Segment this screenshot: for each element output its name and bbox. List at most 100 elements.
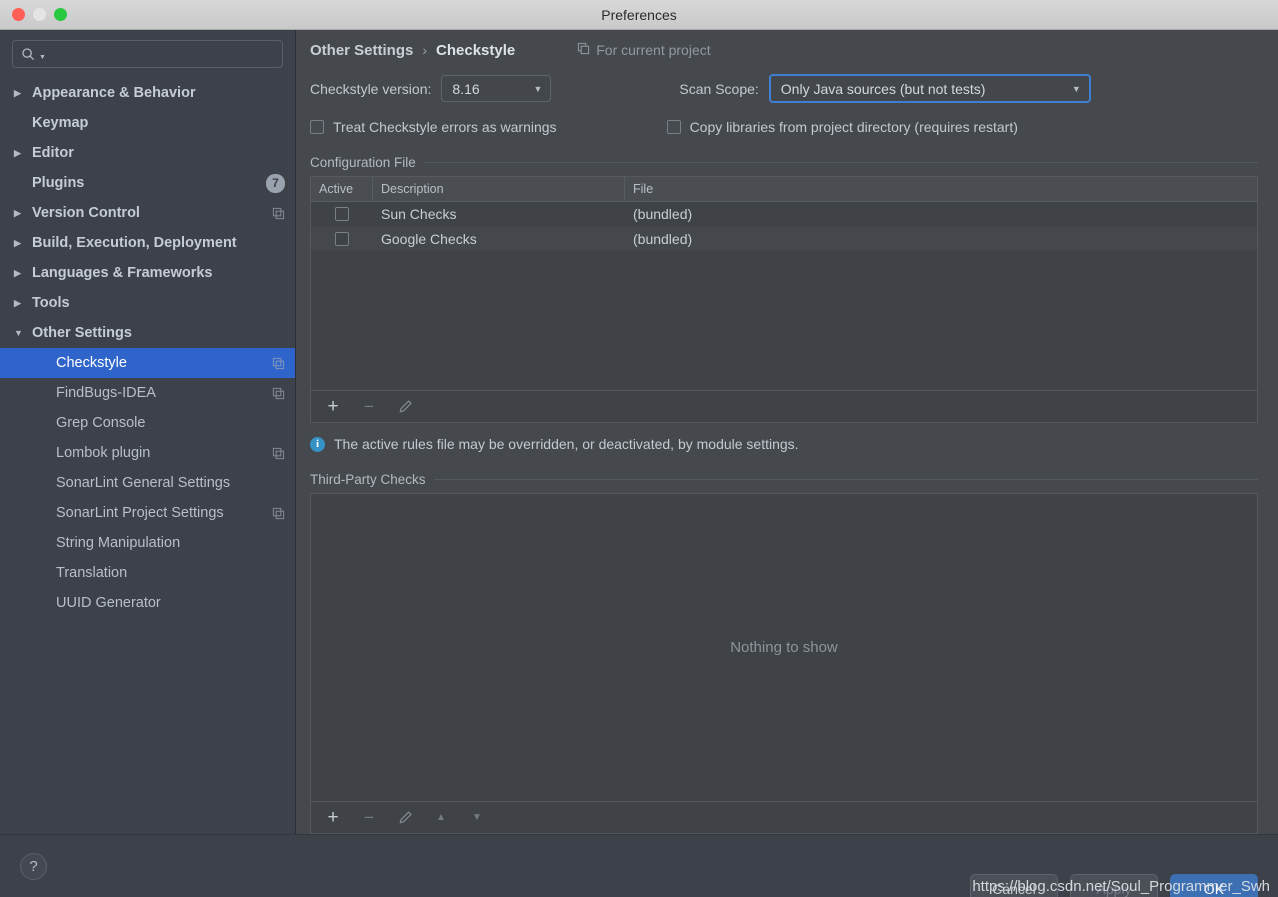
sidebar-item-build-execution-deployment[interactable]: ▶ Build, Execution, Deployment — [0, 228, 295, 258]
preferences-window: Preferences ▼ ▶ Appearance & Behavior Keym… — [0, 0, 1278, 897]
chevron-right-icon[interactable]: ▶ — [14, 208, 32, 218]
chevron-right-icon[interactable]: ▶ — [14, 268, 32, 278]
sidebar-item-other-settings[interactable]: ▼ Other Settings — [0, 318, 295, 348]
checkstyle-version-label: Checkstyle version: — [310, 80, 432, 97]
section-divider — [423, 162, 1258, 163]
checkbox-box[interactable] — [310, 120, 324, 134]
row-active-checkbox[interactable] — [335, 207, 349, 221]
sidebar-item-uuid-generator[interactable]: UUID Generator — [0, 588, 295, 618]
sidebar-item-tools[interactable]: ▶ Tools — [0, 288, 295, 318]
sidebar-item-plugins[interactable]: Plugins 7 — [0, 168, 295, 198]
sidebar-item-sonarlint-project-settings[interactable]: SonarLint Project Settings — [0, 498, 295, 528]
watermark: https://blog.csdn.net/Soul_Programmer_Sw… — [972, 878, 1270, 895]
sidebar-item-grep-console[interactable]: Grep Console — [0, 408, 295, 438]
column-header-description[interactable]: Description — [373, 177, 625, 201]
scan-scope-label: Scan Scope: — [679, 80, 759, 97]
title-bar: Preferences — [0, 0, 1278, 30]
sidebar-item-appearance-behavior[interactable]: ▶ Appearance & Behavior — [0, 78, 295, 108]
sidebar-item-label: String Manipulation — [56, 535, 181, 551]
third-party-checks-label: Third-Party Checks — [310, 472, 426, 487]
dialog-footer: ? Cancel Apply OK https://blog.csdn.net/… — [0, 834, 1278, 897]
settings-sidebar: ▼ ▶ Appearance & Behavior Keymap ▶ Editor Plu… — [0, 30, 296, 834]
configuration-table-header: Active Description File — [311, 177, 1257, 202]
options-row: Treat Checkstyle errors as warnings Copy… — [310, 119, 1258, 135]
third-party-checks-toolbar: + − ▲ ▼ — [311, 801, 1257, 833]
checkstyle-version-value: 8.16 — [452, 80, 480, 97]
add-button[interactable]: + — [323, 807, 343, 828]
search-filter-chevron-down-icon[interactable]: ▼ — [39, 54, 46, 61]
sidebar-item-label: Tools — [32, 295, 70, 311]
sidebar-item-label: Translation — [56, 565, 128, 581]
search-icon — [21, 47, 36, 62]
remove-button: − — [364, 807, 374, 827]
table-row[interactable]: Google Checks (bundled) — [311, 227, 1257, 252]
treat-errors-as-warnings-checkbox[interactable]: Treat Checkstyle errors as warnings — [310, 119, 557, 135]
search-box[interactable]: ▼ — [12, 40, 283, 68]
row-file-cell: (bundled) — [633, 206, 693, 222]
sidebar-item-label: Grep Console — [56, 415, 146, 431]
scan-scope-select[interactable]: Only Java sources (but not tests) ▼ — [768, 74, 1091, 103]
chevron-right-icon[interactable]: ▶ — [14, 88, 32, 98]
configuration-table-body[interactable]: Sun Checks (bundled) Google Checks (bundled… — [311, 202, 1257, 390]
chevron-down-icon: ▼ — [533, 83, 543, 94]
chevron-down-icon[interactable]: ▼ — [14, 328, 32, 338]
configuration-file-label: Configuration File — [310, 155, 416, 170]
sidebar-item-label: Version Control — [32, 205, 140, 221]
checkstyle-version-select[interactable]: 8.16 ▼ — [441, 75, 552, 102]
sidebar-item-findbugs-idea[interactable]: FindBugs-IDEA — [0, 378, 295, 408]
sidebar-item-version-control[interactable]: ▶ Version Control — [0, 198, 295, 228]
sidebar-item-editor[interactable]: ▶ Editor — [0, 138, 295, 168]
column-header-active[interactable]: Active — [311, 177, 373, 201]
third-party-checks-section-title: Third-Party Checks — [310, 472, 1258, 487]
window-body: ▼ ▶ Appearance & Behavior Keymap ▶ Editor Plu… — [0, 30, 1278, 834]
sidebar-item-sonarlint-general-settings[interactable]: SonarLint General Settings — [0, 468, 295, 498]
info-message-row: i The active rules file may be overridde… — [310, 436, 1258, 452]
edit-button — [395, 808, 415, 828]
help-button[interactable]: ? — [20, 852, 47, 880]
table-row[interactable]: Sun Checks (bundled) — [311, 202, 1257, 227]
info-message-text: The active rules file may be overridden,… — [334, 436, 799, 452]
column-header-file[interactable]: File — [625, 177, 1257, 201]
row-active-cell[interactable] — [311, 227, 373, 251]
sidebar-item-languages-frameworks[interactable]: ▶ Languages & Frameworks — [0, 258, 295, 288]
row-description-cell: Google Checks — [381, 231, 477, 247]
version-scope-row: Checkstyle version: 8.16 ▼ Scan Scope: O… — [310, 74, 1258, 103]
search-input[interactable] — [48, 41, 274, 67]
settings-tree[interactable]: ▶ Appearance & Behavior Keymap ▶ Editor Plugi… — [0, 74, 295, 834]
sidebar-item-keymap[interactable]: Keymap — [0, 108, 295, 138]
sidebar-item-label: Plugins — [32, 175, 85, 191]
sidebar-item-string-manipulation[interactable]: String Manipulation — [0, 528, 295, 558]
edit-button — [395, 397, 415, 417]
project-scope-icon — [272, 387, 285, 400]
configuration-file-panel: Active Description File Sun Checks (bundl… — [310, 176, 1258, 423]
row-active-cell[interactable] — [311, 202, 373, 226]
chevron-right-icon[interactable]: ▶ — [14, 238, 32, 248]
sidebar-item-label: FindBugs-IDEA — [56, 385, 156, 401]
sidebar-search-area: ▼ — [0, 30, 295, 74]
breadcrumb-parent[interactable]: Other Settings — [310, 42, 413, 59]
sidebar-item-checkstyle[interactable]: Checkstyle — [0, 348, 295, 378]
for-current-project-indicator: For current project — [577, 42, 711, 58]
settings-content-panel: Other Settings › Checkstyle For current … — [296, 30, 1278, 834]
move-up-button: ▲ — [436, 812, 446, 823]
project-scope-icon — [272, 447, 285, 460]
treat-errors-as-warnings-label: Treat Checkstyle errors as warnings — [333, 119, 557, 135]
sidebar-item-translation[interactable]: Translation — [0, 558, 295, 588]
copy-libraries-label: Copy libraries from project directory (r… — [689, 119, 1018, 135]
info-icon: i — [310, 436, 325, 452]
add-button[interactable]: + — [323, 396, 343, 417]
sidebar-item-label: Build, Execution, Deployment — [32, 235, 237, 251]
copy-libraries-checkbox[interactable]: Copy libraries from project directory (r… — [666, 119, 1018, 135]
row-active-checkbox[interactable] — [335, 232, 349, 246]
chevron-right-icon[interactable]: ▶ — [14, 298, 32, 308]
checkbox-box[interactable] — [666, 120, 681, 134]
scan-scope-group: Scan Scope: Only Java sources (but not t… — [679, 74, 1091, 103]
sidebar-item-lombok-plugin[interactable]: Lombok plugin — [0, 438, 295, 468]
sidebar-item-label: Checkstyle — [56, 355, 127, 371]
chevron-right-icon[interactable]: ▶ — [14, 148, 32, 158]
configuration-file-toolbar: + − — [311, 390, 1257, 422]
row-file-cell: (bundled) — [633, 231, 693, 247]
row-description-cell: Sun Checks — [381, 206, 457, 222]
breadcrumb: Other Settings › Checkstyle For current … — [310, 30, 1258, 59]
project-scope-icon — [272, 207, 285, 220]
